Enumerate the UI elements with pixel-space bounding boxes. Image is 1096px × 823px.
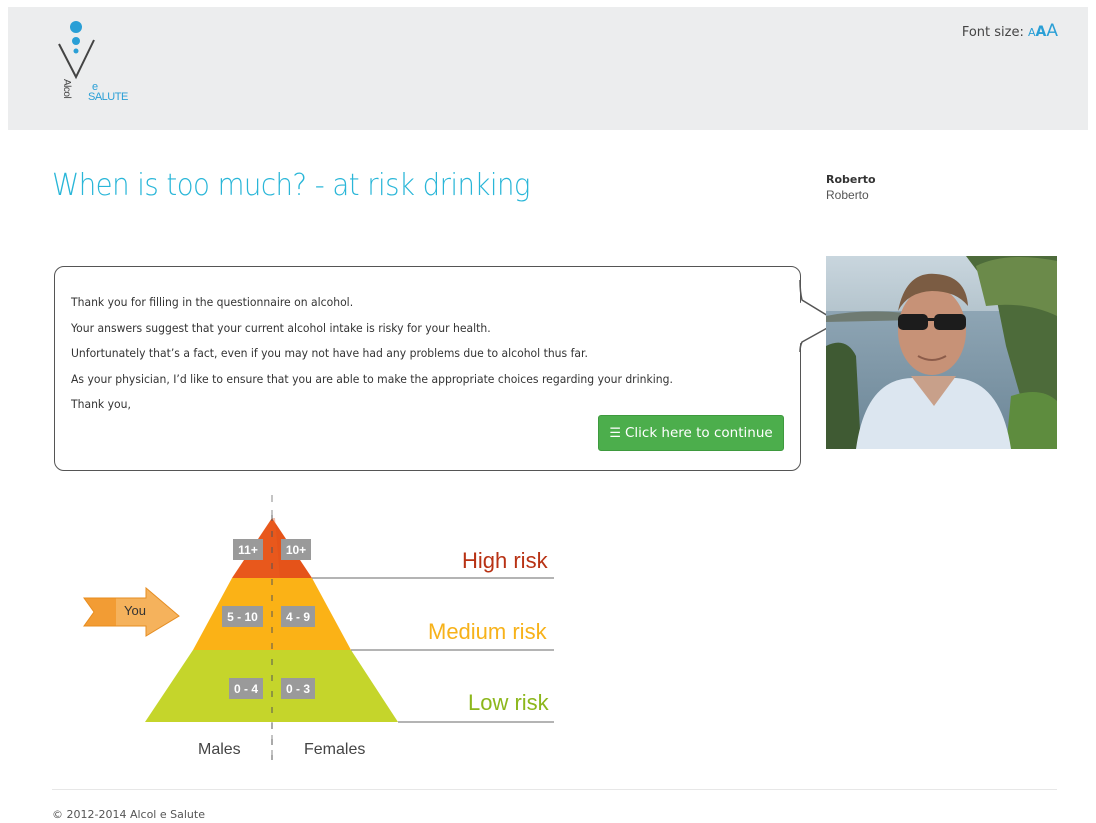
footer-divider xyxy=(52,789,1057,790)
range-high-males: 11+ xyxy=(233,539,263,560)
medium-risk-label: Medium risk xyxy=(428,619,547,644)
footer-copyright: © 2012-2014 Alcol e Salute xyxy=(52,808,205,821)
list-icon: ☰ xyxy=(609,425,621,441)
range-medium-males: 5 - 10 xyxy=(222,606,263,627)
doctor-subtitle: Roberto xyxy=(826,188,869,202)
page-title: When is too much? - at risk drinking xyxy=(52,168,530,203)
low-risk-label: Low risk xyxy=(468,690,549,715)
message-line: Thank you, xyxy=(71,397,131,411)
range-medium-females: 4 - 9 xyxy=(281,606,315,627)
females-label: Females xyxy=(304,741,366,758)
message-line: Thank you for filling in the questionnai… xyxy=(71,295,354,309)
font-size-control: Font size: AAA xyxy=(962,21,1058,41)
males-label: Males xyxy=(198,741,241,758)
logo-text-alcol: Alcol xyxy=(61,79,72,99)
logo-text-salute: SALUTE xyxy=(88,91,128,103)
message-line: As your physician, I’d like to ensure th… xyxy=(71,371,673,386)
high-risk-label: High risk xyxy=(462,548,548,573)
doctor-name: Roberto xyxy=(826,173,876,186)
range-low-females: 0 - 3 xyxy=(281,678,315,699)
font-size-label: Font size: xyxy=(961,25,1024,40)
range-low-males: 0 - 4 xyxy=(229,678,263,699)
message-line: Unfortunately that’s a fact, even if you… xyxy=(71,346,588,360)
message-bubble: Thank you for filling in the questionnai… xyxy=(54,266,801,471)
message-text: Thank you for filling in the questionnai… xyxy=(71,290,673,418)
message-line: Your answers suggest that your current a… xyxy=(71,320,491,335)
you-label: You xyxy=(124,603,146,618)
range-high-females: 10+ xyxy=(281,539,311,560)
continue-button-label: Click here to continue xyxy=(624,425,773,441)
doctor-photo xyxy=(826,256,1057,449)
font-size-small-button[interactable]: A xyxy=(1028,26,1036,39)
font-size-medium-button[interactable]: A xyxy=(1036,24,1047,40)
font-size-large-button[interactable]: A xyxy=(1046,21,1058,41)
continue-button[interactable]: ☰ Click here to continue xyxy=(598,415,784,451)
header: Alcol e SALUTE Font size: AAA xyxy=(8,7,1088,130)
